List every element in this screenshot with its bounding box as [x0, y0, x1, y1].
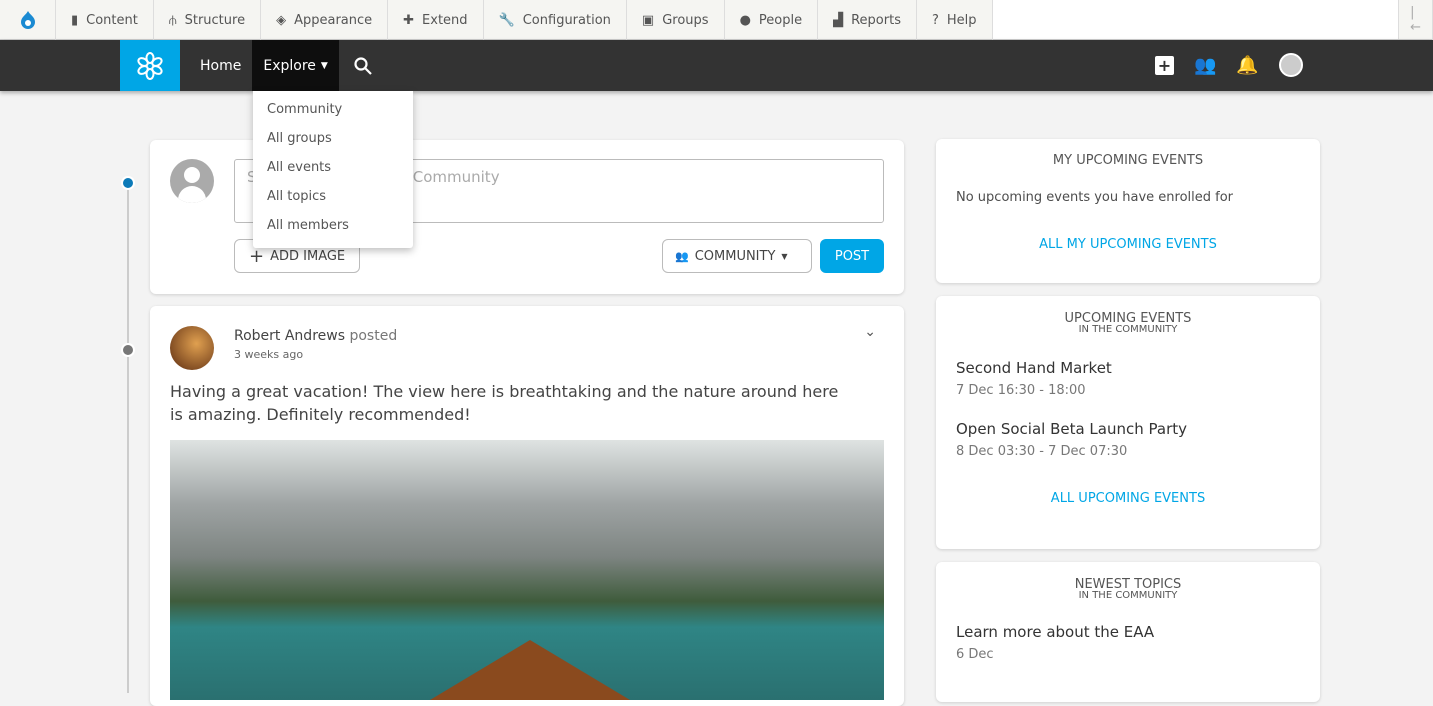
- user-avatar-icon[interactable]: [1278, 53, 1303, 77]
- site-logo-icon[interactable]: [120, 40, 180, 91]
- admin-appearance[interactable]: ◈ Appearance: [261, 0, 389, 40]
- author-avatar[interactable]: [170, 326, 214, 370]
- menu-item-all-members[interactable]: All members: [253, 213, 413, 242]
- notifications-bell-icon[interactable]: 🔔: [1236, 55, 1258, 76]
- menu-item-all-events[interactable]: All events: [253, 155, 413, 184]
- menu-item-community[interactable]: Community: [253, 97, 413, 126]
- topic-item[interactable]: Learn more about the EAA 6 Dec: [956, 623, 1300, 662]
- card-subtitle: IN THE COMMUNITY: [1078, 590, 1178, 601]
- admin-content[interactable]: ▮ Content: [56, 0, 154, 40]
- toolbar-spacer: [992, 0, 1399, 39]
- post-image[interactable]: [170, 440, 884, 700]
- empty-message: No upcoming events you have enrolled for: [956, 190, 1234, 205]
- timeline-dot: [121, 343, 135, 357]
- all-upcoming-events-link[interactable]: ALL UPCOMING EVENTS: [936, 491, 1320, 506]
- file-icon: ▮: [71, 12, 79, 28]
- nav-home[interactable]: Home: [189, 40, 252, 91]
- drupal-logo-icon[interactable]: [0, 0, 56, 40]
- paintbrush-icon: ◈: [276, 12, 287, 28]
- caret-down-icon: ▼: [781, 251, 788, 261]
- visibility-select[interactable]: 👥 COMMUNITY ▼: [662, 239, 812, 273]
- boat-bow: [430, 640, 630, 700]
- admin-people[interactable]: ● People: [725, 0, 819, 40]
- menu-item-all-groups[interactable]: All groups: [253, 126, 413, 155]
- main-navbar: Home Explore ▼ + 👥 🔔: [0, 40, 1433, 91]
- collapse-toolbar-icon[interactable]: |←: [1399, 0, 1433, 40]
- admin-toolbar: ▮ Content ⫛ Structure ◈ Appearance ✚ Extend …: [0, 0, 1433, 40]
- timeline-dot-active: [121, 176, 135, 190]
- post-time[interactable]: 3 weeks ago: [234, 348, 303, 361]
- caret-down-icon: ▼: [320, 60, 328, 71]
- event-item[interactable]: Second Hand Market 7 Dec 16:30 - 18:00: [956, 359, 1300, 398]
- timeline-line: [127, 183, 129, 693]
- all-my-events-link[interactable]: ALL MY UPCOMING EVENTS: [936, 237, 1320, 252]
- feed-post-card: Robert Andrews posted 3 weeks ago ⌄ Havi…: [150, 306, 904, 706]
- user-avatar: [170, 159, 214, 203]
- admin-configuration[interactable]: 🔧 Configuration: [484, 0, 627, 40]
- admin-help[interactable]: ? Help: [917, 0, 993, 40]
- event-item[interactable]: Open Social Beta Launch Party 8 Dec 03:30…: [956, 420, 1300, 459]
- sitemap-icon: ⫛: [168, 12, 177, 28]
- admin-groups[interactable]: ▣ Groups: [627, 0, 725, 40]
- search-icon[interactable]: [339, 40, 387, 91]
- post-text: Having a great vacation! The view here i…: [170, 382, 839, 424]
- groups-icon[interactable]: 👥: [1194, 55, 1216, 76]
- bar-chart-icon: ▟: [833, 12, 844, 28]
- upcoming-events-card: UPCOMING EVENTS IN THE COMMUNITY Second …: [936, 296, 1320, 549]
- nav-explore[interactable]: Explore ▼: [252, 40, 339, 91]
- groups-icon: ▣: [641, 12, 655, 28]
- wrench-icon: 🔧: [498, 12, 515, 28]
- admin-reports[interactable]: ▟ Reports: [818, 0, 917, 40]
- newest-topics-card: NEWEST TOPICS IN THE COMMUNITY Learn mor…: [936, 562, 1320, 702]
- post-options-chevron-icon[interactable]: ⌄: [864, 324, 876, 340]
- add-content-icon[interactable]: +: [1155, 55, 1174, 75]
- puzzle-icon: ✚: [403, 12, 415, 28]
- admin-extend[interactable]: ✚ Extend: [388, 0, 484, 40]
- admin-structure[interactable]: ⫛ Structure: [154, 0, 262, 40]
- post-button[interactable]: POST: [820, 239, 884, 273]
- explore-dropdown-menu: Community All groups All events All topi…: [253, 91, 413, 248]
- author-name[interactable]: Robert Andrews: [234, 328, 345, 344]
- plus-icon: +: [249, 245, 265, 267]
- people-icon: 👥: [675, 249, 689, 263]
- help-icon: ?: [931, 12, 939, 28]
- card-subtitle: IN THE COMMUNITY: [1078, 324, 1178, 335]
- my-upcoming-events-card: MY UPCOMING EVENTS No upcoming events yo…: [936, 139, 1320, 283]
- menu-item-all-topics[interactable]: All topics: [253, 184, 413, 213]
- card-title: MY UPCOMING EVENTS: [1052, 153, 1204, 168]
- person-icon: ●: [739, 12, 751, 28]
